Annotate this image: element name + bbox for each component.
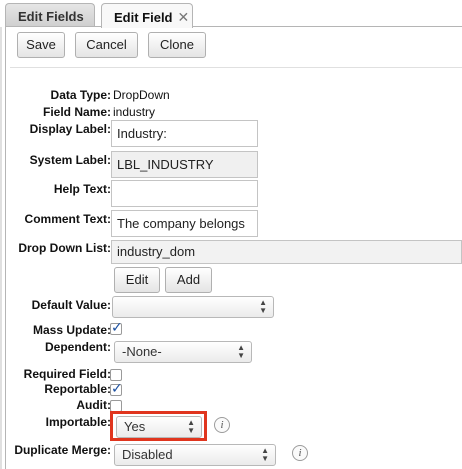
default-value-label: Default Value: — [31, 298, 111, 312]
save-button[interactable]: Save — [17, 32, 65, 58]
duplicate-merge-selected: Disabled — [122, 447, 173, 462]
select-arrows-icon: ▲ ▼ — [261, 446, 269, 463]
mass-update-checkbox[interactable]: ✓ — [110, 319, 123, 335]
info-icon[interactable]: i — [292, 445, 308, 461]
select-arrows-icon: ▲ ▼ — [259, 298, 267, 315]
duplicate-merge-select[interactable]: Disabled ▲ ▼ — [114, 444, 276, 466]
field-name-label: Field Name: — [42, 105, 111, 119]
field-name-value: industry — [113, 105, 156, 119]
left-rule — [0, 0, 2, 469]
drop-down-list-label: Drop Down List: — [18, 241, 111, 255]
tab-edit-fields-label: Edit Fields — [18, 9, 84, 24]
importable-label: Importable: — [45, 415, 111, 429]
dependent-selected: -None- — [122, 344, 162, 359]
data-type-label: Data Type: — [50, 88, 111, 102]
dependent-select[interactable]: -None- ▲ ▼ — [114, 341, 252, 363]
select-arrows-icon: ▲ ▼ — [237, 343, 245, 360]
audit-label: Audit: — [76, 398, 111, 412]
display-label-input[interactable]: Industry: — [111, 120, 258, 147]
check-icon: ✓ — [111, 380, 123, 396]
info-icon[interactable]: i — [214, 417, 230, 433]
toolbar-divider — [10, 67, 462, 68]
check-icon: ✓ — [111, 319, 123, 335]
display-label-label: Display Label: — [29, 122, 111, 136]
clone-button[interactable]: Clone — [148, 32, 206, 58]
importable-highlight-box — [110, 411, 207, 441]
tab-edit-field-label: Edit Field — [114, 10, 173, 25]
tab-strip: Edit Fields Edit Field ✕ — [0, 0, 462, 28]
mass-update-label: Mass Update: — [32, 323, 111, 337]
drop-down-list-field[interactable]: industry_dom — [111, 240, 462, 264]
reportable-label: Reportable: — [44, 382, 111, 396]
close-icon[interactable]: ✕ — [178, 9, 190, 25]
help-text-label: Help Text: — [53, 182, 111, 196]
system-label-label: System Label: — [29, 153, 111, 167]
comment-text-input[interactable]: The company belongs — [111, 210, 258, 237]
tab-edit-field[interactable]: Edit Field ✕ — [101, 3, 193, 28]
dependent-label: Dependent: — [45, 340, 111, 354]
default-value-select[interactable]: ▲ ▼ — [112, 296, 274, 318]
data-type-value: DropDown — [113, 88, 170, 102]
duplicate-merge-label: Duplicate Merge: — [14, 443, 111, 457]
system-label-input[interactable]: LBL_INDUSTRY — [111, 151, 258, 178]
cancel-button[interactable]: Cancel — [75, 32, 138, 58]
add-dropdown-button[interactable]: Add — [165, 267, 212, 293]
comment-text-label: Comment Text: — [24, 212, 111, 226]
reportable-checkbox[interactable]: ✓ — [110, 380, 123, 396]
tab-edit-fields[interactable]: Edit Fields — [5, 3, 95, 27]
help-text-input[interactable] — [111, 180, 258, 207]
required-field-label: Required Field: — [23, 367, 111, 381]
edit-dropdown-button[interactable]: Edit — [114, 267, 160, 293]
